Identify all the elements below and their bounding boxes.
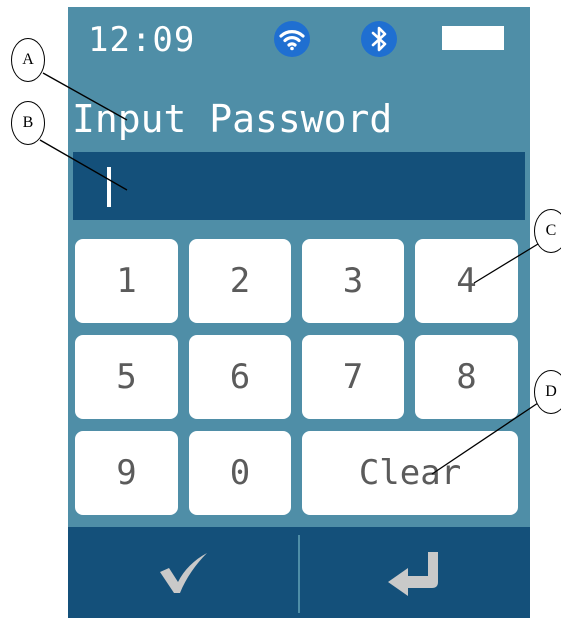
key-1[interactable]: 1	[75, 239, 178, 323]
key-8[interactable]: 8	[415, 335, 518, 419]
callout-c: C	[534, 209, 561, 253]
key-3[interactable]: 3	[302, 239, 404, 323]
callout-a: A	[11, 38, 45, 82]
confirm-button[interactable]	[68, 527, 298, 618]
bottom-bar	[68, 527, 530, 618]
clock: 12:09	[88, 20, 196, 60]
key-5[interactable]: 5	[75, 335, 178, 419]
return-arrow-icon	[388, 551, 438, 596]
check-icon	[160, 552, 207, 593]
callout-b: B	[11, 101, 45, 145]
key-9[interactable]: 9	[75, 431, 178, 515]
key-7[interactable]: 7	[302, 335, 404, 419]
enter-button[interactable]	[300, 527, 530, 618]
key-0[interactable]: 0	[189, 431, 291, 515]
callout-d: D	[534, 370, 561, 414]
bluetooth-icon	[361, 21, 397, 57]
wifi-icon	[274, 21, 310, 57]
key-4[interactable]: 4	[415, 239, 518, 323]
key-6[interactable]: 6	[189, 335, 291, 419]
key-2[interactable]: 2	[189, 239, 291, 323]
password-prompt: Input Password	[72, 97, 393, 141]
text-caret	[107, 167, 111, 207]
password-input[interactable]	[73, 152, 525, 220]
status-bar: 12:09	[68, 7, 530, 77]
device-screen: 12:09 Input Password 1 2 3 4 5 6 7 8 9 0…	[68, 7, 530, 618]
battery-tip	[442, 26, 504, 50]
clear-button[interactable]: Clear	[302, 431, 518, 515]
